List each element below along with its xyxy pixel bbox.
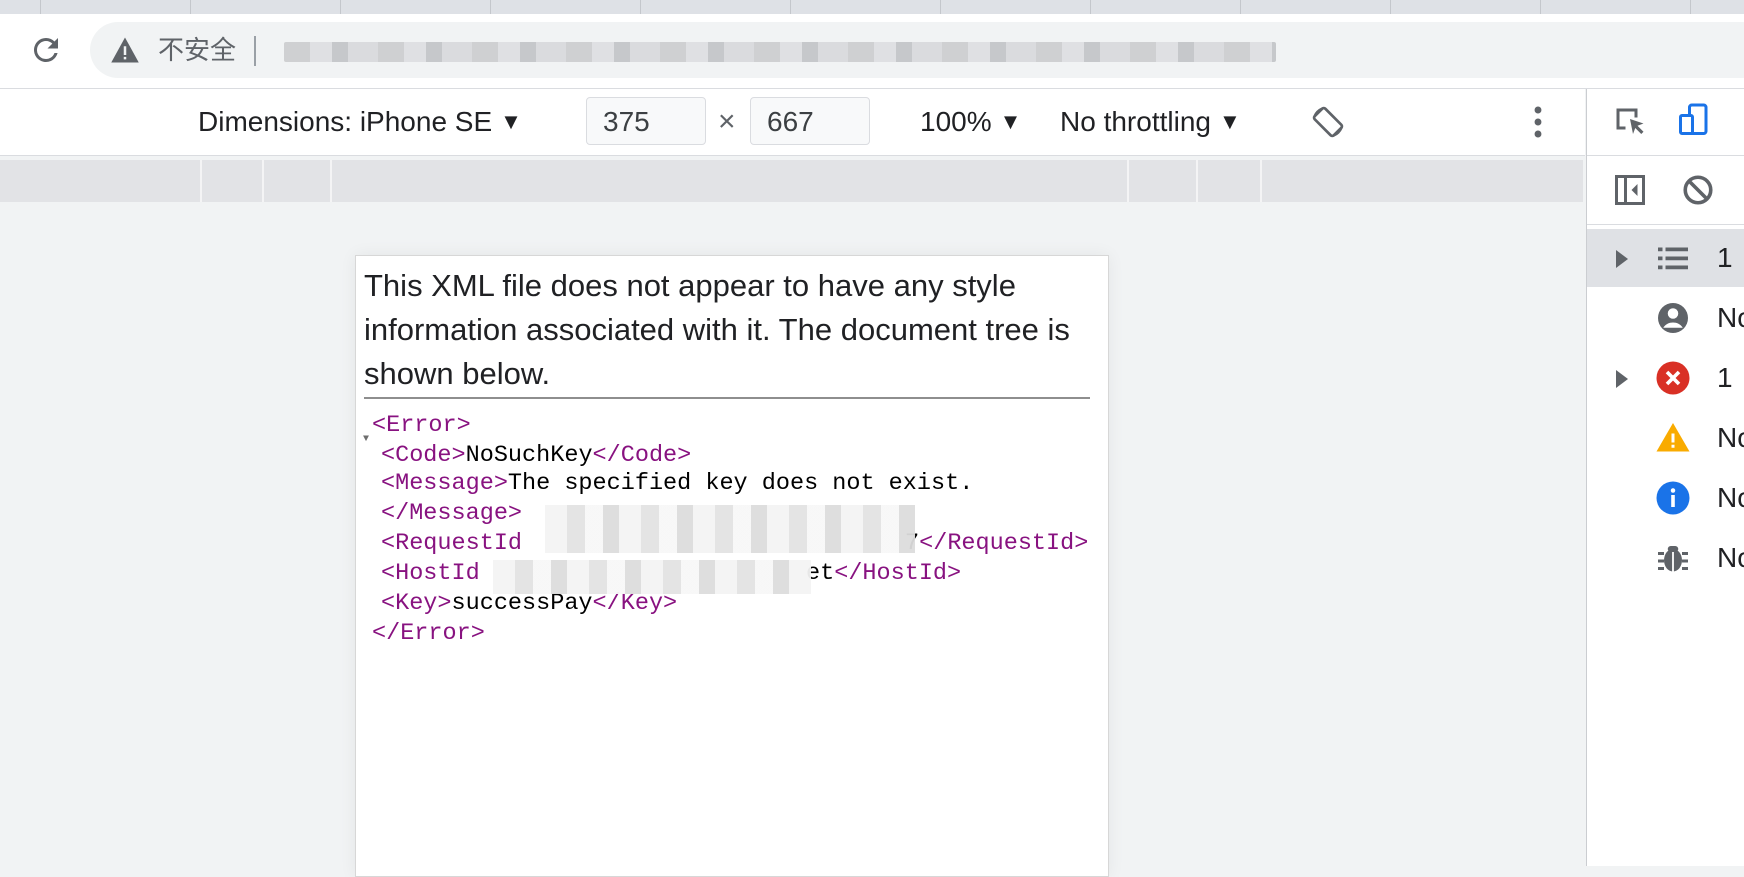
xml-tag: </Error> [372, 620, 485, 647]
zoom-value: 100% [920, 106, 992, 137]
sidebar-toggle-icon[interactable] [1612, 172, 1648, 208]
xml-tag: <Error> [372, 412, 471, 439]
xml-tag: </Key> [592, 590, 678, 617]
xml-value: successPay [451, 590, 593, 617]
xml-value: NoSuchKey [465, 442, 593, 469]
console-toolbar [1587, 156, 1744, 225]
media-query-divider [330, 160, 332, 202]
clear-console-icon[interactable] [1680, 172, 1716, 208]
user-messages-count: No [1717, 302, 1744, 333]
warning-icon [1656, 423, 1690, 452]
media-query-divider [1127, 160, 1129, 202]
zoom-dropdown[interactable]: 100% ▼ [920, 104, 1021, 142]
xml-line-code: <Code>NoSuchKey</Code> [381, 441, 691, 471]
xml-tag: <HostId [381, 560, 480, 587]
xml-line-hostid-close: et</HostId> [806, 559, 961, 589]
info-count: No [1717, 482, 1744, 513]
xml-tag: </Message> [381, 500, 523, 527]
throttling-value: No throttling [1060, 106, 1211, 137]
address-divider [254, 36, 256, 66]
tab-separator [1540, 0, 1541, 14]
media-query-divider [1260, 160, 1262, 202]
expand-arrow-icon[interactable] [1616, 250, 1628, 268]
xml-style-notice: This XML file does not appear to have an… [364, 268, 1070, 391]
tab-separator [1240, 0, 1241, 14]
redacted-host-id [493, 560, 811, 594]
xml-line-error-open: <Error> [372, 411, 471, 441]
tab-separator [940, 0, 941, 14]
rotate-icon[interactable] [1310, 104, 1346, 140]
notice-divider [364, 397, 1090, 399]
verbose-count: No [1717, 542, 1744, 573]
caret-down-icon: ▼ [999, 109, 1022, 134]
expand-arrow-icon[interactable] [1616, 370, 1628, 388]
error-icon [1656, 361, 1690, 395]
xml-value: The specified key does not exist. [507, 470, 974, 497]
warnings-count: No [1717, 422, 1744, 453]
dimensions-label: Dimensions: iPhone SE [198, 106, 493, 137]
xml-tag: </Code> [592, 442, 692, 469]
xml-tag: </HostId> [834, 560, 962, 587]
xml-tag: </RequestId> [919, 530, 1089, 557]
xml-line-message-close: </Message> [381, 499, 522, 529]
warning-icon[interactable] [110, 36, 140, 64]
tab-separator [190, 0, 191, 14]
xml-line-requestid-close: 7</RequestId> [905, 529, 1088, 559]
reload-icon[interactable] [28, 32, 64, 68]
xml-line-hostid-open: <HostId [381, 559, 480, 589]
tab-separator [490, 0, 491, 14]
media-query-divider [200, 160, 202, 202]
url-text-redacted[interactable] [284, 42, 1276, 62]
media-query-divider [262, 160, 264, 202]
devtools-toolbar [1587, 89, 1744, 156]
xml-line-message: <Message>The specified key does not exis… [381, 469, 973, 499]
tab-separator [1390, 0, 1391, 14]
media-query-bar[interactable] [0, 160, 1583, 202]
throttling-dropdown[interactable]: No throttling ▼ [1060, 104, 1241, 142]
collapse-triangle-icon[interactable]: ▼ [363, 425, 369, 455]
bug-icon [1658, 546, 1688, 572]
xml-tag: <Key> [381, 590, 452, 617]
xml-line-requestid-open: <RequestId [381, 529, 522, 559]
tab-strip [0, 0, 1744, 14]
security-status-label[interactable]: 不安全 [158, 33, 236, 67]
tab-separator [40, 0, 41, 14]
xml-tag: <RequestId [381, 530, 523, 557]
inspect-element-icon[interactable] [1612, 104, 1648, 140]
tab-separator [640, 0, 641, 14]
device-toggle-icon[interactable] [1676, 102, 1712, 138]
width-input[interactable]: 375 [586, 97, 706, 145]
tab-separator [790, 0, 791, 14]
list-icon [1658, 247, 1688, 270]
caret-down-icon: ▼ [1218, 109, 1241, 134]
height-input[interactable]: 667 [750, 97, 870, 145]
tab-separator [1690, 0, 1691, 14]
caret-down-icon: ▼ [500, 109, 522, 134]
xml-line-error-close: </Error> [372, 619, 485, 649]
errors-count: 1 [1717, 362, 1733, 393]
tab-separator [340, 0, 341, 14]
user-icon [1658, 303, 1688, 333]
more-options-icon[interactable] [1530, 104, 1546, 140]
info-icon [1656, 481, 1690, 515]
xml-tag: <Code> [381, 442, 466, 469]
redacted-request-id [545, 505, 915, 553]
dimensions-dropdown[interactable]: Dimensions: iPhone SE ▼ [198, 104, 522, 142]
xml-tag: <Message> [381, 470, 508, 497]
messages-count: 1 [1717, 242, 1733, 273]
media-query-divider [1196, 160, 1198, 202]
times-symbol: × [718, 105, 736, 138]
tab-separator [1090, 0, 1091, 14]
